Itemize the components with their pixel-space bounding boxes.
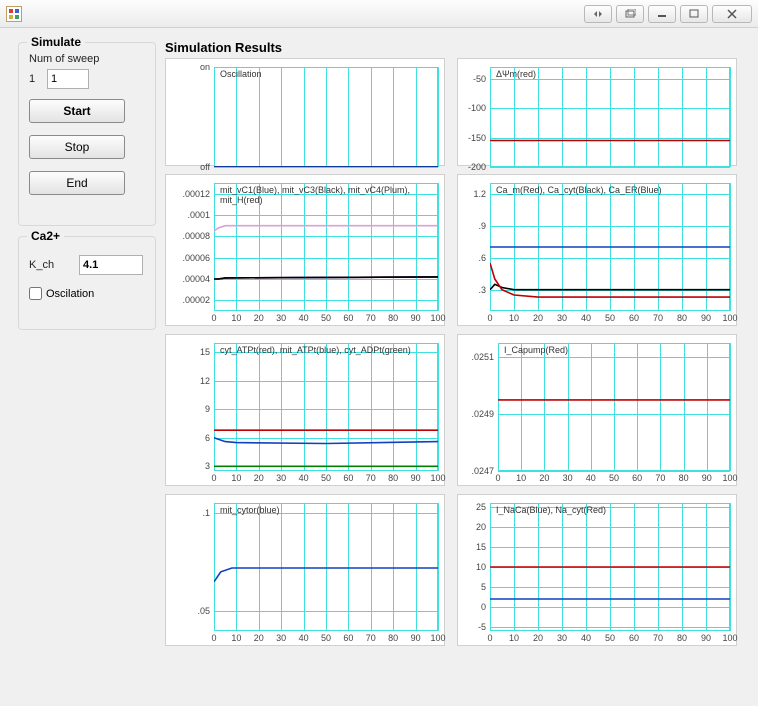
chart-cam: Ca_m(Red), Ca_cyt(Black), Ca_ER(Blue)1.2… (457, 174, 737, 326)
simulate-group: Simulate Num of sweep 1 Start Stop End (18, 42, 156, 226)
window-restore-help-button[interactable] (616, 5, 644, 23)
maximize-button[interactable] (680, 5, 708, 23)
oscillation-checkbox-input[interactable] (29, 287, 42, 300)
chart-title: Ca_m(Red), Ca_cyt(Black), Ca_ER(Blue) (496, 185, 728, 195)
end-button[interactable]: End (29, 171, 125, 195)
results-label: Simulation Results (165, 40, 282, 55)
stop-button[interactable]: Stop (29, 135, 125, 159)
oscillation-checkbox-label: Oscilation (46, 288, 94, 300)
chart-icapump: I_Capump(Red).0251.0249.0247010203040506… (457, 334, 737, 486)
ca2-legend: Ca2+ (27, 229, 64, 243)
app-icon (6, 6, 22, 22)
oscillation-checkbox[interactable]: Oscilation (29, 287, 94, 300)
minimize-button[interactable] (648, 5, 676, 23)
num-sweep-label: Num of sweep (29, 53, 99, 65)
window-help-button[interactable] (584, 5, 612, 23)
chart-osc: Oscillationonoff (165, 58, 445, 166)
charts-area: OscillationonoffΔΨm(red)-50-100-150-200 m… (165, 58, 744, 692)
start-button[interactable]: Start (29, 99, 125, 123)
chart-title: Oscillation (220, 69, 436, 79)
chart-title: I_NaCa(Blue), Na_cyt(Red) (496, 505, 728, 515)
close-button[interactable] (712, 5, 752, 23)
chart-atp: cyt_ATPt(red), mit_ATPt(blue), cyt_ADPt(… (165, 334, 445, 486)
chart-title: ΔΨm(red) (496, 69, 728, 79)
sweep-index: 1 (29, 73, 35, 85)
chart-title: mit_vC1(Blue), mit_vC3(Black), mit_vC4(P… (220, 185, 436, 205)
chart-title: mit_cytor(blue) (220, 505, 436, 515)
chart-cytor: mit_cytor(blue).1.0501020304050607080901… (165, 494, 445, 646)
simulate-legend: Simulate (27, 35, 85, 49)
chart-inaca: I_NaCa(Blue), Na_cyt(Red)2520151050-5010… (457, 494, 737, 646)
chart-title: cyt_ATPt(red), mit_ATPt(blue), cyt_ADPt(… (220, 345, 436, 355)
ca2-group: Ca2+ K_ch Oscilation (18, 236, 156, 330)
chart-dpsi: ΔΨm(red)-50-100-150-200 (457, 58, 737, 166)
window-buttons (584, 5, 752, 23)
chart-title: I_Capump(Red) (504, 345, 728, 355)
titlebar (0, 0, 758, 28)
kch-label: K_ch (29, 259, 54, 271)
sweep-value-input[interactable] (47, 69, 89, 89)
kch-input[interactable] (79, 255, 143, 275)
chart-mitvc: mit_vC1(Blue), mit_vC3(Black), mit_vC4(P… (165, 174, 445, 326)
